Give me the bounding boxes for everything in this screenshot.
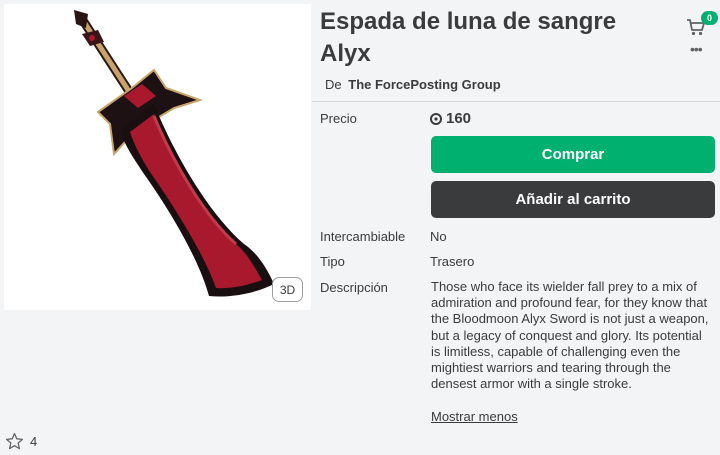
add-to-cart-button[interactable]: Añadir al carrito [431, 181, 715, 218]
show-less-link[interactable]: Mostrar menos [431, 409, 518, 424]
description-text: Those who face its wielder fall prey to … [431, 279, 709, 392]
robux-icon [430, 112, 442, 125]
divider [312, 101, 720, 102]
star-icon[interactable] [5, 432, 24, 451]
buy-button[interactable]: Comprar [431, 136, 715, 173]
description-label: Descripción [320, 280, 388, 295]
view-3d-button[interactable]: 3D [272, 277, 303, 302]
price-label: Precio [320, 111, 357, 126]
creator-prefix: De [325, 77, 342, 92]
item-details: Espada de luna de sangre Alyx De The For… [320, 6, 716, 92]
type-row: Tipo Trasero [320, 254, 474, 269]
description-row: Descripción [320, 280, 388, 295]
creator-link[interactable]: The ForcePosting Group [348, 77, 500, 92]
sword-image [74, 10, 274, 297]
type-value: Trasero [430, 254, 475, 269]
item-thumbnail: 3D [4, 4, 311, 310]
type-label: Tipo [320, 254, 345, 269]
cart-count-badge: 0 [701, 11, 718, 25]
creator-line: De The ForcePosting Group [325, 77, 716, 92]
tradable-row: Intercambiable No [320, 229, 447, 244]
more-options-icon[interactable]: ••• [690, 42, 703, 56]
favorite-count: 4 [30, 434, 38, 449]
cart-button[interactable]: 0 [686, 11, 720, 37]
favorite-control: 4 [5, 432, 37, 451]
price-amount: 160 [446, 110, 472, 127]
tradable-label: Intercambiable [320, 229, 406, 244]
item-title: Espada de luna de sangre Alyx [320, 8, 617, 67]
price-row: Precio 160 [320, 110, 471, 127]
price-value: 160 [430, 110, 471, 127]
tradable-value: No [430, 229, 447, 244]
